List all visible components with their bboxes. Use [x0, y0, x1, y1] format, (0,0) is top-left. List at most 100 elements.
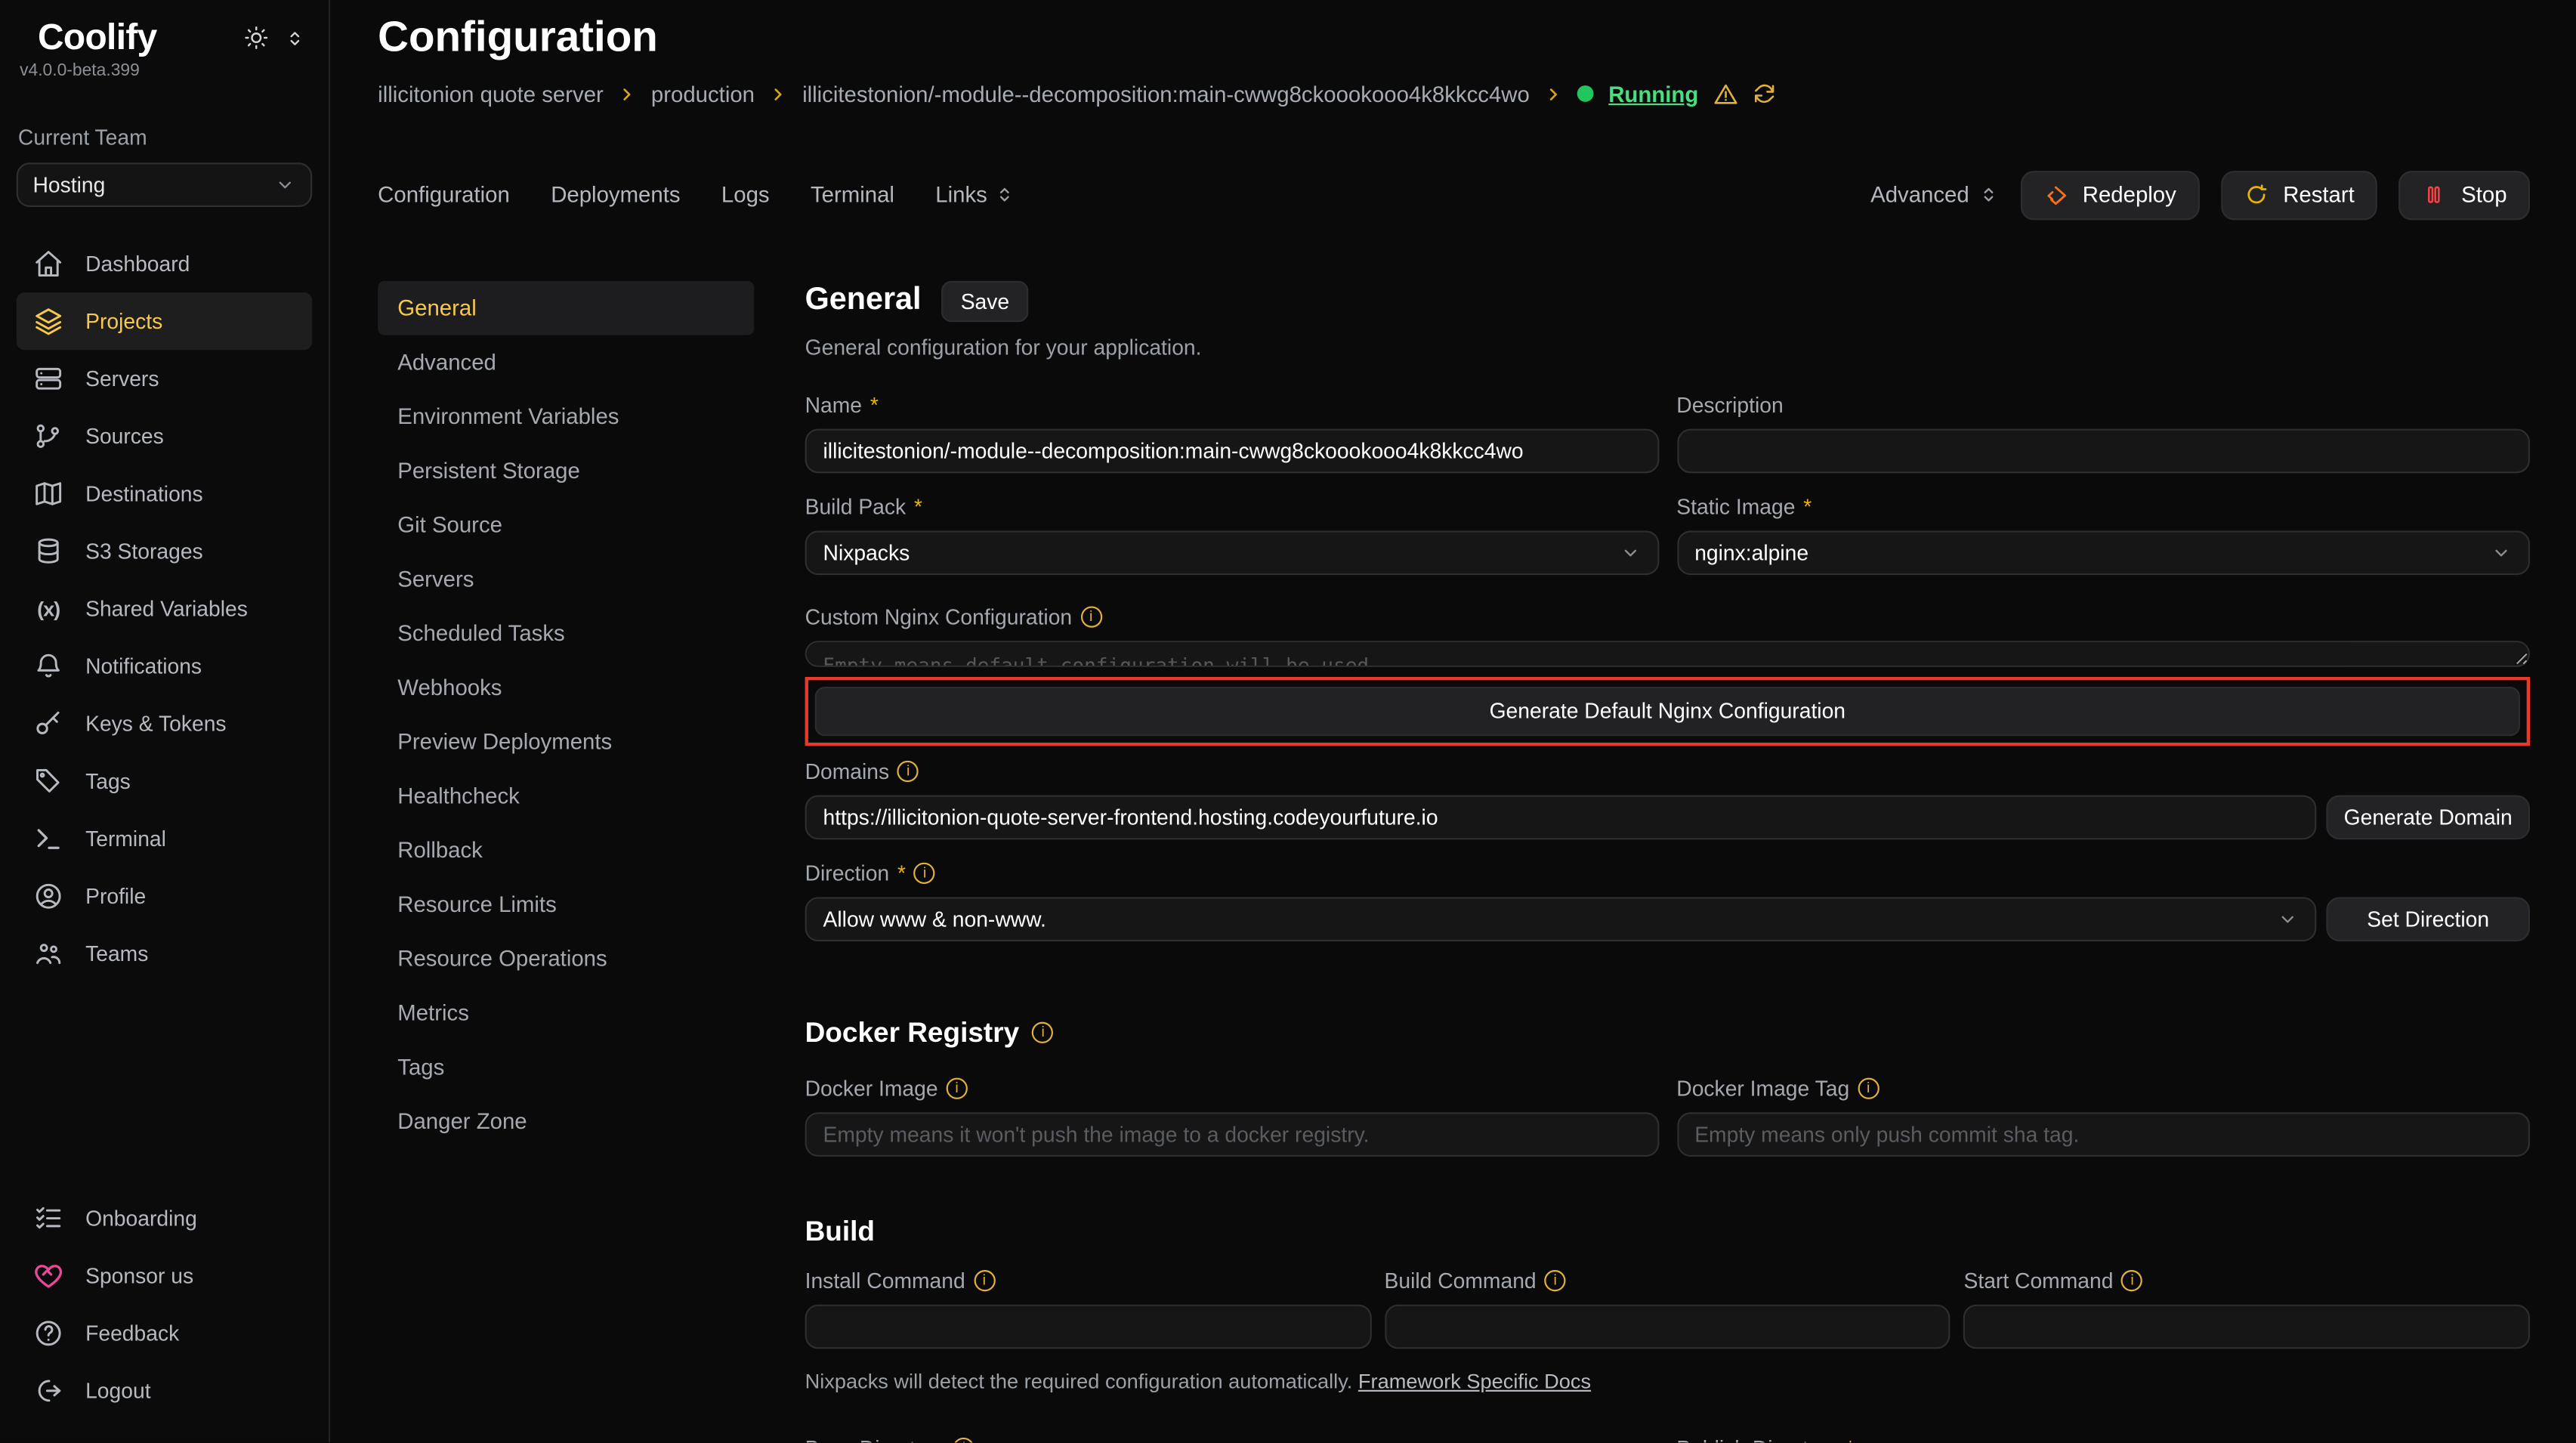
tab-logs[interactable]: Logs: [721, 183, 770, 208]
static-image-select[interactable]: nginx:alpine: [1676, 530, 2530, 575]
sidebar: Coolify v4.0.0-beta.399 Current Team Hos…: [0, 0, 330, 1442]
heart-icon: [32, 1260, 63, 1291]
chevron-down-icon: [2491, 542, 2512, 563]
tab-deployments[interactable]: Deployments: [551, 183, 680, 208]
set-direction-button[interactable]: Set Direction: [2326, 897, 2530, 941]
breadcrumb-resource[interactable]: illicitestonion/-module--decomposition:m…: [802, 82, 1530, 107]
domains-label: Domains: [805, 759, 890, 783]
info-icon[interactable]: [914, 862, 935, 883]
nginx-config-textarea[interactable]: [805, 641, 2530, 667]
sidebar-item-teams[interactable]: Teams: [17, 925, 312, 982]
build-command-input[interactable]: [1385, 1304, 1951, 1349]
subnav-item-resource-limits[interactable]: Resource Limits: [378, 877, 754, 932]
docker-registry-heading: Docker Registry: [805, 1017, 1020, 1049]
install-command-input[interactable]: [805, 1304, 1372, 1349]
tab-configuration[interactable]: Configuration: [378, 183, 510, 208]
advanced-menu[interactable]: Advanced: [1870, 183, 1999, 208]
info-icon[interactable]: [2121, 1270, 2142, 1291]
subnav-item-tags[interactable]: Tags: [378, 1040, 754, 1094]
docker-image-input[interactable]: [805, 1112, 1659, 1157]
generate-domain-button[interactable]: Generate Domain: [2326, 795, 2530, 839]
info-icon[interactable]: [1033, 1023, 1054, 1044]
subnav-item-metrics[interactable]: Metrics: [378, 986, 754, 1040]
info-icon[interactable]: [1858, 1077, 1879, 1098]
tab-terminal[interactable]: Terminal: [811, 183, 894, 208]
sidebar-item-shared-variables[interactable]: (x) Shared Variables: [17, 580, 312, 638]
chevron-down-icon: [274, 175, 295, 196]
sidebar-item-servers[interactable]: Servers: [17, 350, 312, 407]
instance-switcher-chevrons-icon[interactable]: [284, 27, 305, 48]
braces-x-icon: (x): [32, 593, 63, 624]
info-icon[interactable]: [974, 1270, 995, 1291]
name-label: Name: [805, 393, 862, 418]
description-input[interactable]: [1676, 428, 2530, 473]
static-image-label: Static Image: [1676, 494, 1795, 519]
subnav-item-environment-variables[interactable]: Environment Variables: [378, 389, 754, 443]
sidebar-item-notifications[interactable]: Notifications: [17, 638, 312, 695]
info-icon[interactable]: [1080, 606, 1101, 627]
install-command-label: Install Command: [805, 1268, 965, 1293]
team-select[interactable]: Hosting: [17, 162, 312, 207]
sidebar-item-onboarding[interactable]: Onboarding: [17, 1189, 312, 1247]
sidebar-item-tags[interactable]: Tags: [17, 752, 312, 810]
info-icon[interactable]: [1545, 1270, 1566, 1291]
redeploy-icon: [2043, 182, 2070, 209]
sidebar-item-sources[interactable]: Sources: [17, 407, 312, 465]
generate-nginx-config-button[interactable]: Generate Default Nginx Configuration: [815, 687, 2520, 736]
subnav-item-git-source[interactable]: Git Source: [378, 498, 754, 552]
nginx-config-label: Custom Nginx Configuration: [805, 604, 1073, 629]
domains-input[interactable]: [805, 795, 2317, 839]
subnav-item-scheduled-tasks[interactable]: Scheduled Tasks: [378, 606, 754, 660]
sidebar-nav: Dashboard Projects Servers Sources Desti…: [17, 235, 312, 982]
subnav-item-preview-deployments[interactable]: Preview Deployments: [378, 715, 754, 769]
direction-label: Direction: [805, 861, 890, 885]
subnav-item-persistent-storage[interactable]: Persistent Storage: [378, 443, 754, 498]
subnav-item-advanced[interactable]: Advanced: [378, 335, 754, 389]
status-running-link[interactable]: Running: [1608, 82, 1698, 107]
save-button[interactable]: Save: [941, 281, 1030, 322]
breadcrumb: illicitonion quote server production ill…: [378, 82, 2530, 107]
sidebar-item-profile[interactable]: Profile: [17, 867, 312, 925]
stop-button[interactable]: Stop: [2399, 171, 2531, 220]
required-asterisk: [897, 861, 906, 885]
framework-docs-link[interactable]: Framework Specific Docs: [1358, 1370, 1591, 1392]
subnav-item-webhooks[interactable]: Webhooks: [378, 660, 754, 715]
breadcrumb-project[interactable]: illicitonion quote server: [378, 82, 604, 107]
sidebar-item-sponsor-us[interactable]: Sponsor us: [17, 1247, 312, 1305]
sidebar-item-terminal[interactable]: Terminal: [17, 810, 312, 867]
sidebar-item-projects[interactable]: Projects: [17, 292, 312, 350]
sidebar-item-feedback[interactable]: Feedback: [17, 1305, 312, 1362]
redeploy-button[interactable]: Redeploy: [2020, 171, 2199, 220]
name-input[interactable]: [805, 428, 1659, 473]
tab-links[interactable]: Links: [935, 183, 1015, 208]
sidebar-item-s3-storages[interactable]: S3 Storages: [17, 523, 312, 580]
required-asterisk: [1846, 1435, 1855, 1442]
warning-triangle-icon[interactable]: [1713, 82, 1738, 107]
current-team-label: Current Team: [18, 125, 312, 150]
sidebar-footer: Onboarding Sponsor us Feedback Logout: [17, 1189, 312, 1419]
subnav-item-servers[interactable]: Servers: [378, 552, 754, 606]
sidebar-item-logout[interactable]: Logout: [17, 1362, 312, 1420]
refresh-icon[interactable]: [1753, 83, 1775, 106]
subnav-item-resource-operations[interactable]: Resource Operations: [378, 932, 754, 986]
subnav-item-danger-zone[interactable]: Danger Zone: [378, 1094, 754, 1148]
build-pack-select[interactable]: Nixpacks: [805, 530, 1659, 575]
restart-button[interactable]: Restart: [2221, 171, 2378, 220]
subnav-item-healthcheck[interactable]: Healthcheck: [378, 769, 754, 823]
subnav-item-general[interactable]: General: [378, 281, 754, 335]
theme-toggle-sun-icon[interactable]: [243, 25, 270, 51]
git-branch-icon: [32, 421, 63, 452]
app-window: Coolify v4.0.0-beta.399 Current Team Hos…: [0, 0, 2576, 1442]
start-command-input[interactable]: [1963, 1304, 2530, 1349]
info-icon[interactable]: [897, 761, 919, 782]
subnav-item-rollback[interactable]: Rollback: [378, 823, 754, 877]
info-icon[interactable]: [953, 1438, 974, 1443]
direction-select[interactable]: Allow www & non-www.: [805, 897, 2317, 941]
chevron-right-icon: [618, 85, 636, 104]
sidebar-item-keys-tokens[interactable]: Keys & Tokens: [17, 695, 312, 752]
info-icon[interactable]: [946, 1077, 967, 1098]
breadcrumb-environment[interactable]: production: [651, 82, 755, 107]
sidebar-item-destinations[interactable]: Destinations: [17, 465, 312, 522]
sidebar-item-dashboard[interactable]: Dashboard: [17, 235, 312, 292]
docker-image-tag-input[interactable]: [1676, 1112, 2530, 1157]
